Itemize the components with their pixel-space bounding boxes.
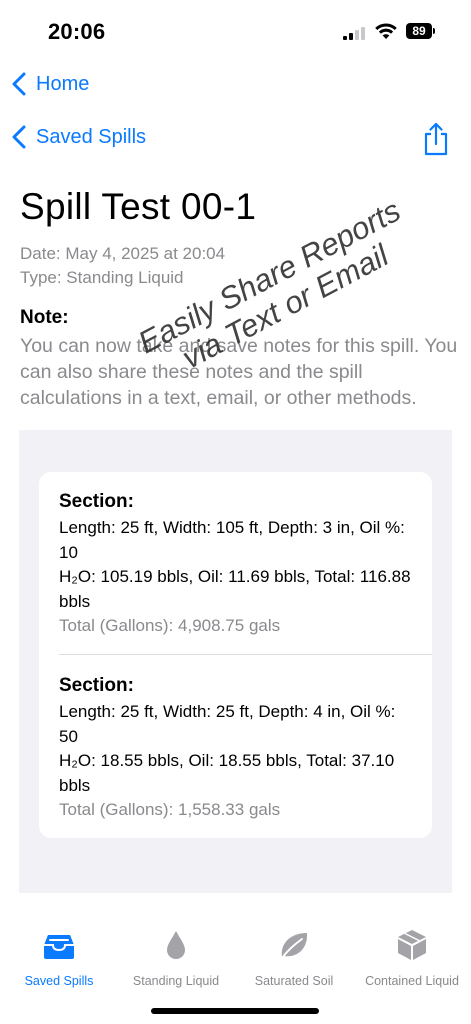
section-dimensions: Length: 25 ft, Width: 25 ft, Depth: 4 in… — [59, 702, 396, 746]
note-label: Note: — [20, 307, 69, 328]
tab-standing-liquid[interactable]: Standing Liquid — [117, 920, 235, 988]
leaf-icon — [281, 933, 308, 959]
tab-label: Standing Liquid — [132, 974, 220, 988]
battery-cap — [433, 28, 435, 34]
home-indicator — [151, 1008, 319, 1014]
section-gallons: Total (Gallons): 1,558.33 gals — [59, 800, 281, 819]
tab-label: Saved Spills — [24, 974, 94, 988]
back-home-label: Home — [36, 72, 90, 95]
section-gallons: Total (Gallons): 4,908.75 gals — [59, 616, 281, 635]
chevron-left-icon — [12, 125, 26, 149]
tab-contained-liquid[interactable]: Contained Liquid — [353, 920, 471, 988]
section-item: Section: Length: 25 ft, Width: 105 ft, D… — [59, 490, 419, 639]
status-time: 20:06 — [48, 19, 106, 44]
tab-label: Contained Liquid — [365, 974, 459, 988]
section-divider — [59, 654, 432, 655]
cellular-signal-icon — [343, 26, 369, 40]
back-home-button[interactable]: Home — [10, 66, 89, 102]
section-volumes: H₂O: 105.19 bbls, Oil: 11.69 bbls, Total… — [59, 567, 411, 611]
tab-saved-spills[interactable]: Saved Spills — [0, 920, 118, 988]
status-bar: 20:06 89 — [0, 0, 471, 60]
back-saved-spills-button[interactable]: Saved Spills — [10, 119, 146, 155]
share-icon[interactable] — [422, 122, 450, 156]
section-dimensions: Length: 25 ft, Width: 105 ft, Depth: 3 i… — [59, 518, 405, 562]
tab-label: Saturated Soil — [254, 974, 334, 988]
back-saved-spills-label: Saved Spills — [36, 125, 147, 148]
spill-date: Date: May 4, 2025 at 20:04 — [20, 244, 226, 263]
section-heading: Section: — [59, 675, 134, 696]
tray-icon — [44, 935, 74, 959]
section-item: Section: Length: 25 ft, Width: 25 ft, De… — [59, 674, 419, 823]
sections-card: Section: Length: 25 ft, Width: 105 ft, D… — [39, 472, 432, 838]
section-volumes: H₂O: 18.55 bbls, Oil: 18.55 bbls, Total:… — [59, 751, 395, 795]
note-text: You can now take and save notes for this… — [20, 335, 458, 409]
chevron-left-icon — [12, 72, 26, 96]
section-heading: Section: — [59, 491, 134, 512]
spill-type: Type: Standing Liquid — [20, 268, 184, 287]
battery-icon: 89 — [406, 23, 432, 39]
box-icon — [398, 930, 426, 960]
tab-bar: Saved Spills Standing Liquid Saturated S… — [0, 920, 471, 990]
page-title: Spill Test 00-1 — [20, 186, 257, 227]
drop-icon — [167, 931, 185, 959]
tab-saturated-soil[interactable]: Saturated Soil — [235, 920, 353, 988]
wifi-icon — [375, 23, 397, 39]
